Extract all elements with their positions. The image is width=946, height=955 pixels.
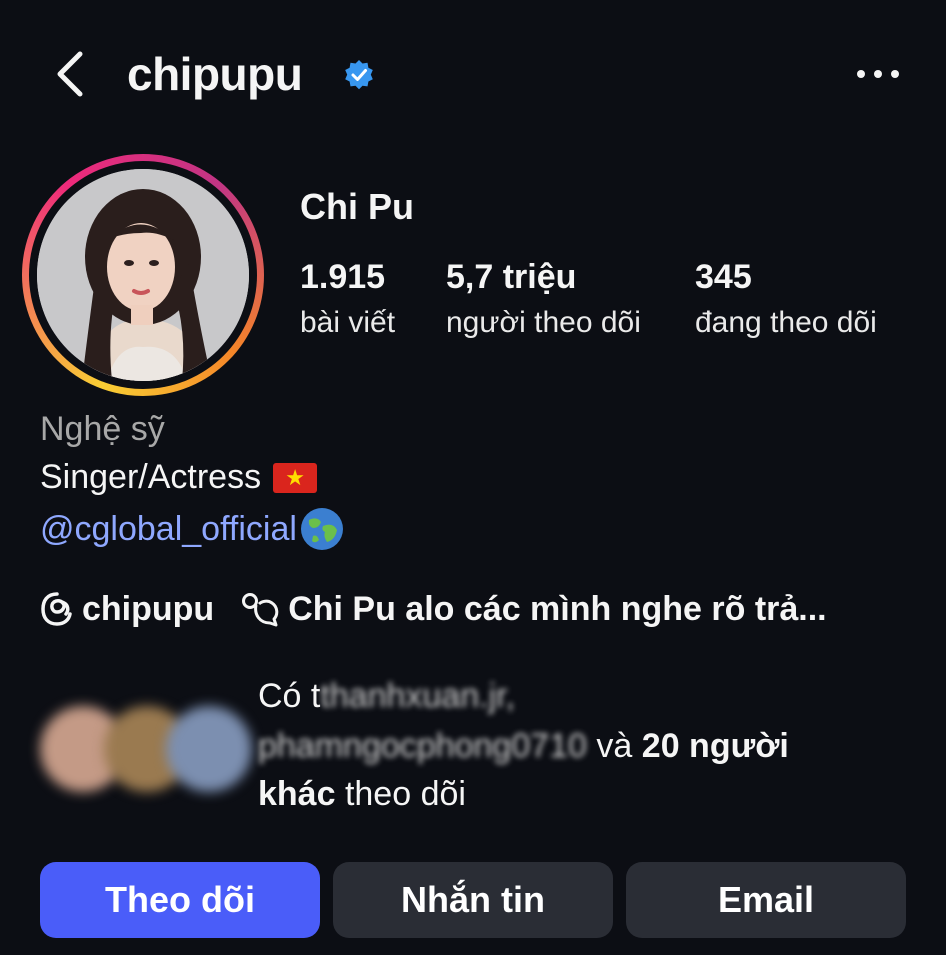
mutual-followers-line-2[interactable]: phamngocphong0710 và 20 người [258, 722, 789, 770]
threads-post-icon [242, 593, 279, 627]
posts-label[interactable]: bài viết [300, 306, 395, 340]
avatar-photo [37, 169, 249, 381]
followers-label[interactable]: người theo dõi [446, 306, 641, 340]
bio-text: Singer/Actress [40, 458, 262, 496]
more-horizontal-icon [857, 70, 899, 78]
vietnam-flag-icon: ★ [273, 462, 318, 493]
link-text[interactable]: @cglobal_official [40, 510, 297, 549]
posts-count[interactable]: 1.915 [300, 258, 385, 297]
profile-full-name: Chi Pu [300, 186, 414, 227]
followers-count[interactable]: 5,7 triệu [446, 258, 576, 297]
avatar [166, 706, 252, 792]
threads-row: chipupu Chi Pu alo các mình nghe rõ trả.… [40, 586, 827, 632]
message-button[interactable]: Nhắn tin [333, 862, 613, 938]
follow-button[interactable]: Theo dõi [40, 862, 320, 938]
profile-username: chipupu [127, 48, 303, 100]
mutual-followers-line-1[interactable]: Có tthanhxuan.jr, [258, 672, 515, 720]
verified-badge-icon [345, 60, 373, 90]
back-button[interactable] [40, 44, 100, 104]
globe-icon [300, 508, 343, 550]
mutual-followers-line-3[interactable]: khác theo dõi [258, 770, 466, 818]
following-count[interactable]: 345 [695, 258, 752, 297]
more-options-button[interactable] [846, 52, 910, 96]
profile-link[interactable]: @cglobal_official [40, 506, 345, 552]
profile-avatar[interactable] [22, 154, 264, 396]
email-button[interactable]: Email [626, 862, 906, 938]
threads-post-preview[interactable]: Chi Pu alo các mình nghe rõ trả... [240, 590, 827, 629]
threads-post-text[interactable]: Chi Pu alo các mình nghe rõ trả... [288, 590, 826, 629]
following-label[interactable]: đang theo dõi [695, 306, 877, 340]
profile-bio: Singer/Actress ★ [40, 458, 318, 497]
threads-badge[interactable]: chipupu [40, 590, 214, 629]
threads-icon [41, 592, 72, 626]
threads-handle[interactable]: chipupu [82, 590, 214, 629]
mutual-followers-avatars[interactable] [40, 706, 252, 792]
chevron-left-icon [57, 51, 83, 97]
profile-category: Nghệ sỹ [40, 410, 165, 448]
